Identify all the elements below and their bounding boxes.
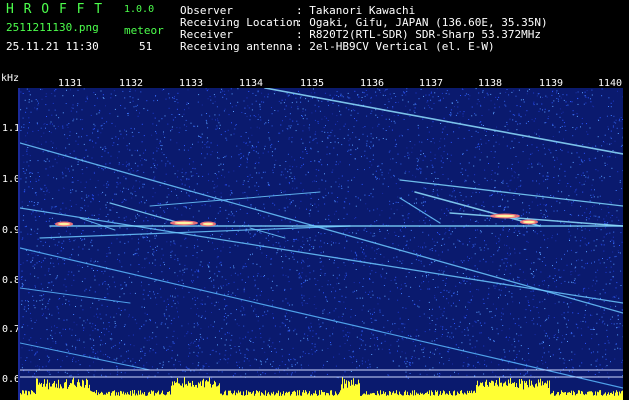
app-version: 1.0.0 [124,4,155,15]
info-value-antenna: : 2el-HB9CV Vertical (el. E-W) [296,40,495,53]
filename: 2511211130.png [6,21,99,34]
meteor-traces [20,88,623,389]
info-key-antenna: Receiving antenna [180,40,293,53]
timestamp: 25.11.21 11:30 [6,40,99,53]
axis-line [18,88,20,400]
info-key-location: Receiving Location [180,16,300,29]
info-value-receiver: : R820T2(RTL-SDR) SDR-Sharp 53.372MHz [296,28,542,41]
info-value-observer: : Takanori Kawachi [296,4,416,17]
noise-speckle [20,88,623,379]
spectrogram-canvas [20,88,623,400]
hrofft-window: H R O F F T 1.0.0 2511211130.png meteor … [0,0,629,400]
spectrogram [20,88,623,400]
meteor-label: meteor [124,24,164,37]
info-key-receiver: Receiver [180,28,233,41]
signal-level-bars [20,377,623,400]
freq-unit-label: kHz [1,73,20,84]
meteor-count: 51 [139,40,153,53]
info-key-observer: Observer [180,4,233,17]
info-value-location: : Ogaki, Gifu, JAPAN (136.60E, 35.35N) [296,16,548,29]
app-name: H R O F F T [6,2,104,17]
